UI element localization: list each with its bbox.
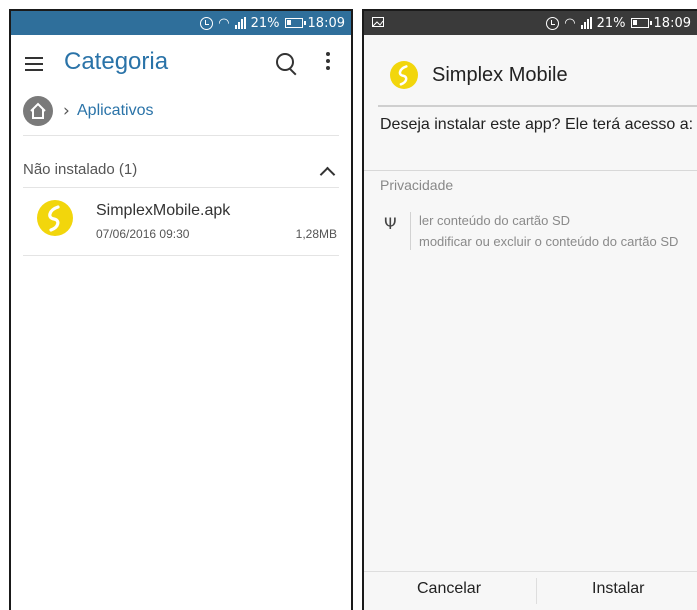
permission-item: modificar ou excluir o conteúdo do cartã… (419, 234, 679, 249)
wifi-icon: ◠ (564, 15, 576, 31)
install-button[interactable]: Instalar (592, 580, 644, 598)
file-date: 07/06/2016 09:30 (96, 227, 190, 241)
clock: 18:09 (307, 15, 345, 31)
more-options-icon[interactable] (326, 52, 330, 73)
breadcrumb-item-aplicativos[interactable]: Aplicativos (77, 102, 153, 120)
permission-list: ler conteúdo do cartão SD modificar ou e… (410, 212, 697, 250)
usb-icon: Ψ (384, 214, 397, 233)
wifi-icon: ◠ (218, 15, 230, 31)
search-icon[interactable] (276, 53, 294, 71)
battery-icon (630, 18, 652, 28)
alarm-icon (200, 16, 214, 30)
app-bar: Categoria (11, 35, 351, 93)
menu-icon[interactable] (25, 57, 43, 71)
privacy-section-label: Privacidade (380, 177, 454, 193)
section-header-not-installed[interactable]: Não instalado (1) (23, 155, 339, 188)
signal-icon (234, 17, 246, 29)
battery-icon (284, 18, 306, 28)
file-size: 1,28MB (295, 227, 337, 241)
status-bar: ◠ 21% 18:09 (364, 11, 697, 35)
signal-icon (580, 17, 592, 29)
chevron-right-icon: › (63, 101, 70, 121)
alarm-icon (546, 16, 560, 30)
install-dialog-screen: ◠ 21% 18:09 Simplex Mobile Deseja instal… (362, 9, 697, 610)
permission-item: ler conteúdo do cartão SD (419, 213, 571, 228)
image-notification-icon (372, 16, 384, 31)
dialog-title: Simplex Mobile (432, 64, 568, 86)
battery-percent: 21% (250, 15, 280, 31)
home-icon[interactable] (23, 96, 53, 126)
battery-percent: 21% (596, 15, 626, 31)
button-divider (536, 578, 537, 604)
file-manager-screen: ◠ 21% 18:09 Categoria › Aplicativos Não … (9, 9, 353, 610)
cancel-button[interactable]: Cancelar (417, 580, 481, 598)
divider (364, 170, 697, 171)
file-name: SimplexMobile.apk (96, 202, 231, 219)
chevron-up-icon[interactable] (319, 166, 336, 183)
install-message: Deseja instalar este app? Ele terá acess… (380, 116, 694, 133)
breadcrumb: › Aplicativos (23, 93, 339, 136)
section-label: Não instalado (1) (23, 161, 138, 178)
status-bar: ◠ 21% 18:09 (11, 11, 351, 35)
clock: 18:09 (653, 15, 691, 31)
page-title: Categoria (64, 48, 169, 75)
list-item[interactable]: SimplexMobile.apk 07/06/2016 09:30 1,28M… (23, 193, 339, 256)
simplex-app-icon (390, 61, 418, 89)
simplex-app-icon (37, 200, 73, 236)
dialog-header: Simplex Mobile (378, 35, 697, 107)
dialog-buttons: Cancelar Instalar (364, 571, 697, 610)
